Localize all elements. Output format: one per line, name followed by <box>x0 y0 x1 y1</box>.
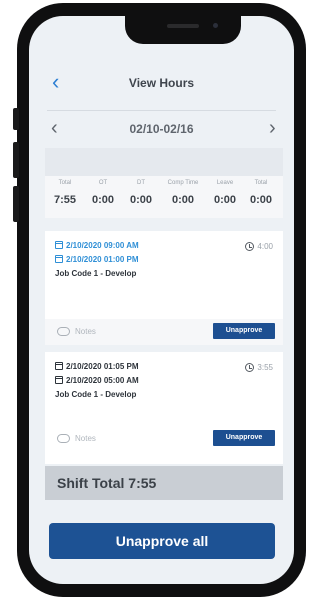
shift-total-text: Shift Total 7:55 <box>57 475 157 491</box>
clock-icon <box>245 363 255 372</box>
phone-notch <box>125 16 241 44</box>
calendar-icon <box>55 376 63 384</box>
entry-job-code: Job Code 1 - Develop <box>55 269 137 278</box>
summary-value: 0:00 <box>129 194 153 206</box>
summary-label: Comp Time <box>167 180 199 186</box>
clock-icon <box>245 242 255 251</box>
summary-value: 7:55 <box>53 194 77 206</box>
notes-link[interactable]: Notes <box>75 434 96 443</box>
header-divider <box>47 110 276 111</box>
entry-duration: 3:55 <box>245 363 273 372</box>
entry-start: 2/10/2020 09:00 AM <box>55 241 139 250</box>
comment-icon[interactable] <box>57 327 70 336</box>
next-week-button[interactable]: › <box>269 116 276 140</box>
entry-end: 2/10/2020 05:00 AM <box>55 376 139 385</box>
summary-item-comp-time: Comp Time 0:00 <box>167 180 199 206</box>
hours-summary: Total 7:55 OT 0:00 DT 0:00 Comp Time 0:0… <box>45 176 283 218</box>
summary-label: Total <box>254 180 268 186</box>
phone-volume-down <box>13 186 19 222</box>
entry-start-text: 2/10/2020 09:00 AM <box>66 241 139 250</box>
entry-end-text: 2/10/2020 05:00 AM <box>66 376 139 385</box>
notes-link[interactable]: Notes <box>75 327 96 336</box>
chevron-right-icon: › <box>269 117 276 139</box>
calendar-icon <box>55 362 63 370</box>
time-entry-card[interactable]: 2/10/2020 09:00 AM 2/10/2020 01:00 PM 4:… <box>45 231 283 319</box>
phone-volume-up <box>13 142 19 178</box>
entry-duration-text: 3:55 <box>257 363 273 372</box>
summary-value: 0:00 <box>171 194 195 206</box>
front-camera <box>213 23 218 28</box>
week-range: 02/10-02/16 <box>129 122 194 136</box>
summary-band <box>45 148 283 178</box>
unapprove-button[interactable]: Unapprove <box>213 430 275 446</box>
summary-value: 0:00 <box>249 194 273 206</box>
summary-item-ot: OT 0:00 <box>87 180 119 206</box>
summary-value: 0:00 <box>213 194 237 206</box>
entry-job-code: Job Code 1 - Develop <box>55 390 137 399</box>
speaker-grille <box>167 24 199 28</box>
calendar-icon <box>55 241 63 249</box>
entry-actions-row: Notes Unapprove <box>45 426 283 452</box>
shift-total-bar: Shift Total 7:55 <box>45 466 283 500</box>
entry-duration: 4:00 <box>245 242 273 251</box>
summary-item-grand-total: Total 0:00 <box>245 180 277 206</box>
unapprove-all-button[interactable]: Unapprove all <box>49 523 275 559</box>
summary-label: DT <box>137 180 145 186</box>
app-screen: ‹ View Hours ‹ 02/10-02/16 › Total 7:55 … <box>29 16 294 584</box>
summary-item-dt: DT 0:00 <box>125 180 157 206</box>
summary-label: Leave <box>216 180 234 186</box>
phone-mute-switch <box>13 108 19 130</box>
entry-start-text: 2/10/2020 01:05 PM <box>66 362 139 371</box>
summary-value: 0:00 <box>91 194 115 206</box>
entry-end-text: 2/10/2020 01:00 PM <box>66 255 139 264</box>
entry-end: 2/10/2020 01:00 PM <box>55 255 139 264</box>
summary-label: Total <box>58 180 72 186</box>
calendar-icon <box>55 255 63 263</box>
app-header: ‹ View Hours <box>29 46 294 112</box>
comment-icon[interactable] <box>57 434 70 443</box>
page-title: View Hours <box>128 76 195 90</box>
summary-item-total: Total 7:55 <box>49 180 81 206</box>
entry-duration-text: 4:00 <box>257 242 273 251</box>
entry-actions-row: Notes Unapprove <box>45 319 283 345</box>
entry-start: 2/10/2020 01:05 PM <box>55 362 139 371</box>
summary-label: OT <box>98 180 108 186</box>
unapprove-button[interactable]: Unapprove <box>213 323 275 339</box>
summary-item-leave: Leave 0:00 <box>209 180 241 206</box>
